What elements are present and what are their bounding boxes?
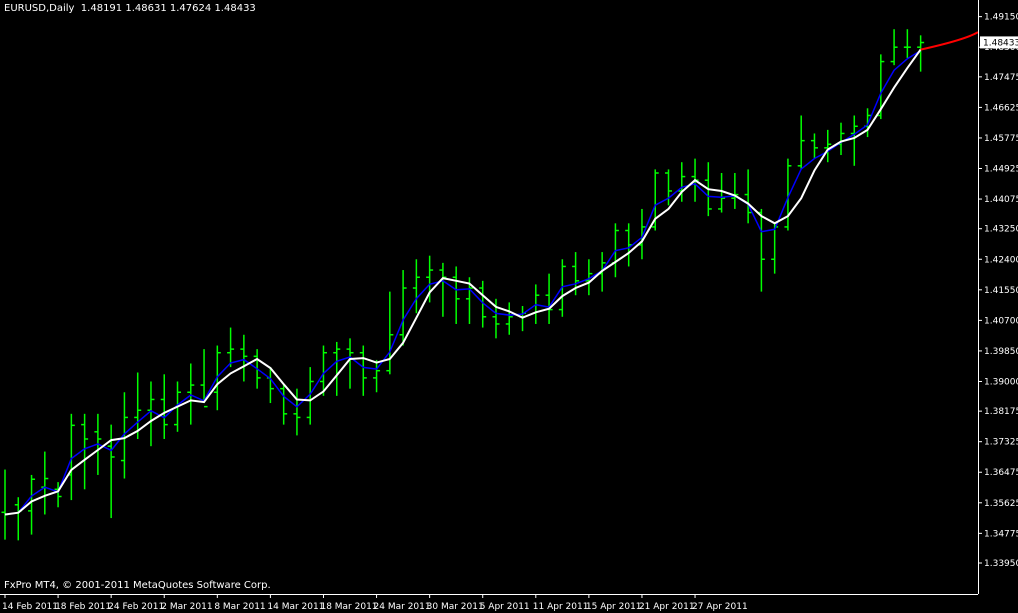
date-tick-label: 24 Mar 2011 bbox=[374, 602, 431, 612]
price-tick-label: 1.36475 bbox=[984, 468, 1018, 478]
date-tick-label: 18 Mar 2011 bbox=[320, 602, 377, 612]
date-tick-label: 18 Feb 2011 bbox=[55, 602, 111, 612]
price-tick-label: 1.44925 bbox=[984, 165, 1018, 175]
price-tick-label: 1.47475 bbox=[984, 73, 1018, 83]
ohlc-bars-layer bbox=[1, 29, 925, 541]
date-tick-label: 5 Apr 2011 bbox=[480, 602, 530, 612]
date-tick-label: 11 Apr 2011 bbox=[533, 602, 589, 612]
price-tick-label: 1.37325 bbox=[984, 438, 1018, 448]
price-tick-label: 1.33950 bbox=[984, 559, 1018, 569]
date-tick-label: 8 Mar 2011 bbox=[214, 602, 265, 612]
open-value: 1.48191 bbox=[80, 3, 123, 14]
white-moving-average-line bbox=[4, 49, 922, 516]
date-tick-label: 14 Feb 2011 bbox=[2, 602, 58, 612]
chart-area[interactable]: 1.491501.483001.474751.466251.457751.449… bbox=[0, 0, 1018, 613]
price-tick-label: 1.35625 bbox=[984, 499, 1018, 509]
date-axis-layer: 14 Feb 201118 Feb 201124 Feb 20112 Mar 2… bbox=[2, 594, 748, 612]
copyright-label: FxPro MT4, © 2001-2011 MetaQuotes Softwa… bbox=[4, 580, 271, 591]
price-tick-label: 1.42400 bbox=[984, 255, 1018, 265]
price-tick-label: 1.39000 bbox=[984, 377, 1018, 387]
date-tick-label: 14 Mar 2011 bbox=[267, 602, 324, 612]
price-tick-label: 1.49150 bbox=[984, 13, 1018, 23]
price-tick-label: 1.39850 bbox=[984, 347, 1018, 357]
date-tick-label: 2 Mar 2011 bbox=[161, 602, 212, 612]
high-value: 1.48631 bbox=[125, 3, 167, 14]
price-tick-label: 1.43250 bbox=[984, 225, 1018, 235]
price-tick-label: 1.41550 bbox=[984, 286, 1018, 296]
price-chart[interactable]: 1.491501.483001.474751.466251.457751.449… bbox=[0, 0, 1018, 613]
forecast-line bbox=[920, 31, 979, 51]
date-tick-label: 21 Apr 2011 bbox=[639, 602, 695, 612]
price-tick-label: 1.38175 bbox=[984, 407, 1018, 417]
date-tick-label: 30 Mar 2011 bbox=[427, 602, 484, 612]
date-tick-label: 24 Feb 2011 bbox=[108, 602, 164, 612]
date-tick-label: 27 Apr 2011 bbox=[692, 602, 748, 612]
price-tick-label: 1.46625 bbox=[984, 103, 1018, 113]
date-tick-label: 15 Apr 2011 bbox=[586, 602, 642, 612]
price-axis-layer: 1.491501.483001.474751.466251.457751.449… bbox=[0, 0, 1018, 595]
chart-header: EURUSD,Daily 1.48191 1.48631 1.47624 1.4… bbox=[4, 3, 256, 14]
price-tick-label: 1.44075 bbox=[984, 195, 1018, 205]
symbol-label: EURUSD,Daily bbox=[4, 3, 75, 14]
current-price-label: 1.48433 bbox=[983, 38, 1018, 48]
price-tick-label: 1.45775 bbox=[984, 134, 1018, 144]
close-value: 1.48433 bbox=[214, 3, 256, 14]
price-tick-label: 1.34775 bbox=[984, 529, 1018, 539]
price-tick-label: 1.40700 bbox=[984, 316, 1018, 326]
low-value: 1.47624 bbox=[169, 3, 212, 14]
